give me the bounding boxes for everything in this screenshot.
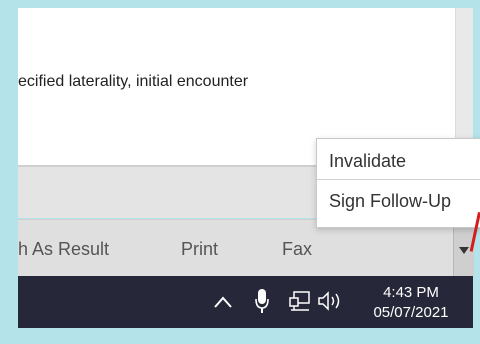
menu-item-invalidate[interactable]: Invalidate xyxy=(329,151,406,172)
dropdown-arrow-icon xyxy=(459,247,469,254)
context-menu: Invalidate Sign Follow-Up xyxy=(316,138,480,228)
chevron-up-icon[interactable] xyxy=(212,292,234,312)
app-window: ecified laterality, initial encounter h … xyxy=(0,0,480,344)
print-button[interactable]: Print xyxy=(181,239,218,260)
clock-date: 05/07/2021 xyxy=(373,304,449,321)
diagnosis-text: ecified laterality, initial encounter xyxy=(18,73,249,90)
fax-button[interactable]: Fax xyxy=(282,239,312,260)
volume-icon[interactable] xyxy=(317,290,345,312)
menu-divider xyxy=(317,179,480,180)
microphone-icon[interactable] xyxy=(255,288,269,314)
attach-as-result-button[interactable]: h As Result xyxy=(18,239,109,260)
windows-taskbar: 4:43 PM 05/07/2021 xyxy=(18,276,473,328)
system-clock[interactable]: 4:43 PM 05/07/2021 xyxy=(355,283,467,323)
menu-item-sign-follow-up[interactable]: Sign Follow-Up xyxy=(329,191,451,212)
clock-time: 4:43 PM xyxy=(383,284,439,301)
network-icon[interactable] xyxy=(289,290,311,312)
